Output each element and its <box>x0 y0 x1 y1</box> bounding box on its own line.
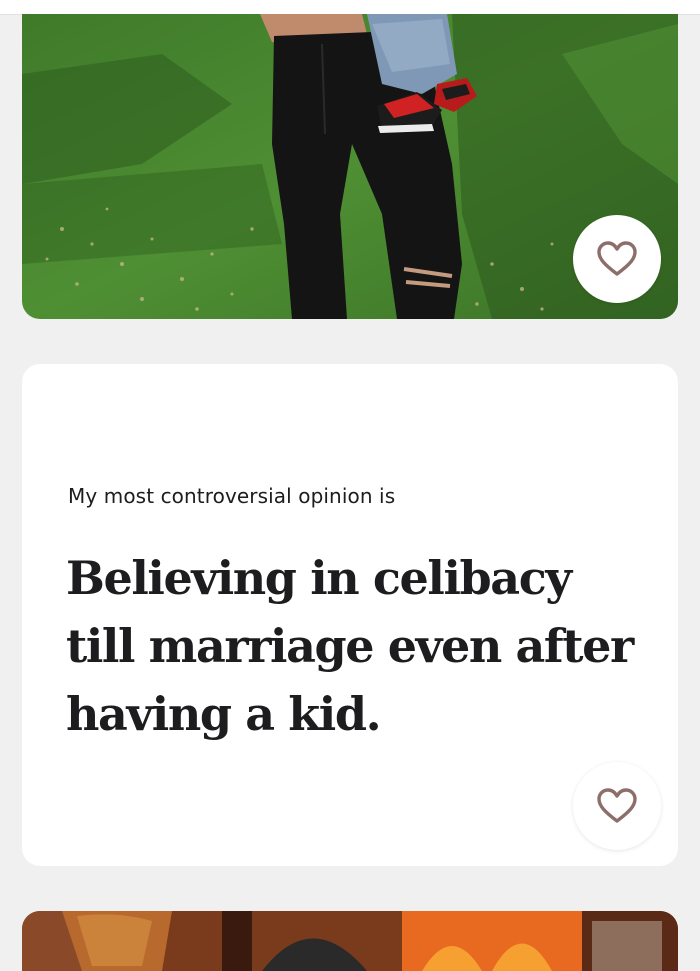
prompt-answer: Believing in celibacy till marriage even… <box>66 551 634 741</box>
next-photo-card[interactable] <box>22 911 678 971</box>
heart-outline-icon <box>597 241 637 276</box>
prompt-card[interactable]: My most controversial opinion is Believi… <box>22 364 678 866</box>
prompt-question: My most controversial opinion is <box>68 484 396 508</box>
next-profile-photo <box>22 911 678 971</box>
heart-outline-icon <box>597 788 637 823</box>
like-prompt-button[interactable] <box>573 762 661 850</box>
profile-photo-card[interactable] <box>22 14 678 319</box>
like-photo-button[interactable] <box>573 215 661 303</box>
top-bar-edge <box>0 0 700 15</box>
